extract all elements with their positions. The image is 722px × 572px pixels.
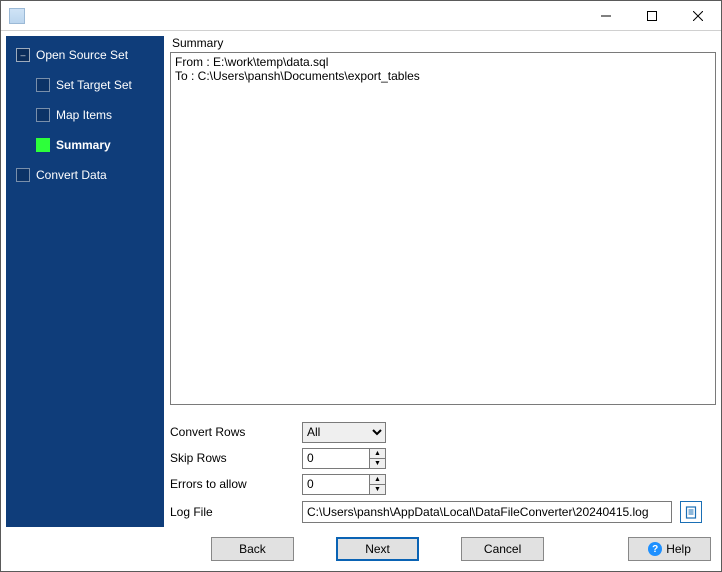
options-panel: Convert Rows All Skip Rows ▲ xyxy=(170,405,716,527)
titlebar xyxy=(1,1,721,31)
errors-stepper[interactable]: ▲ ▼ xyxy=(302,474,386,495)
body: – Open Source Set Set Target Set Map Ite… xyxy=(1,31,721,527)
tree-node-icon xyxy=(36,78,50,92)
skip-rows-label: Skip Rows xyxy=(170,451,302,465)
tree-node-icon xyxy=(16,168,30,182)
main-panel: Summary From : E:\work\temp\data.sql To … xyxy=(164,36,716,527)
logfile-browse-button[interactable] xyxy=(680,501,702,523)
spin-up-icon[interactable]: ▲ xyxy=(370,449,385,458)
step-label: Summary xyxy=(56,138,111,152)
app-icon xyxy=(9,8,25,24)
errors-label: Errors to allow xyxy=(170,477,302,491)
window-controls xyxy=(583,1,721,30)
logfile-label: Log File xyxy=(170,505,302,519)
spinner-buttons: ▲ ▼ xyxy=(369,449,385,468)
wizard-footer: Back Next Cancel ? Help xyxy=(1,527,721,571)
tree-collapse-icon: – xyxy=(16,48,30,62)
tree-node-icon xyxy=(36,108,50,122)
cancel-button[interactable]: Cancel xyxy=(461,537,544,561)
step-open-source-set[interactable]: – Open Source Set xyxy=(6,40,164,70)
close-button[interactable] xyxy=(675,1,721,30)
convert-rows-row: Convert Rows All xyxy=(170,419,716,445)
step-label: Open Source Set xyxy=(36,48,128,62)
step-map-items[interactable]: Map Items xyxy=(6,100,164,130)
skip-rows-row: Skip Rows ▲ ▼ xyxy=(170,445,716,471)
errors-input[interactable] xyxy=(303,475,369,494)
skip-rows-stepper[interactable]: ▲ ▼ xyxy=(302,448,386,469)
back-button[interactable]: Back xyxy=(211,537,294,561)
logfile-row: Log File xyxy=(170,497,716,527)
step-convert-data[interactable]: Convert Data xyxy=(6,160,164,190)
wizard-sidebar: – Open Source Set Set Target Set Map Ite… xyxy=(6,36,164,527)
help-button[interactable]: ? Help xyxy=(628,537,711,561)
step-label: Set Target Set xyxy=(56,78,132,92)
step-label: Convert Data xyxy=(36,168,107,182)
spinner-buttons: ▲ ▼ xyxy=(369,475,385,494)
summary-text[interactable]: From : E:\work\temp\data.sql To : C:\Use… xyxy=(170,52,716,405)
spin-up-icon[interactable]: ▲ xyxy=(370,475,385,484)
step-label: Map Items xyxy=(56,108,112,122)
skip-rows-input[interactable] xyxy=(303,449,369,468)
spin-down-icon[interactable]: ▼ xyxy=(370,458,385,468)
errors-row: Errors to allow ▲ ▼ xyxy=(170,471,716,497)
minimize-button[interactable] xyxy=(583,1,629,30)
convert-rows-label: Convert Rows xyxy=(170,425,302,439)
logfile-input[interactable] xyxy=(302,501,672,523)
maximize-button[interactable] xyxy=(629,1,675,30)
wizard-steps: – Open Source Set Set Target Set Map Ite… xyxy=(6,36,164,190)
summary-group-label: Summary xyxy=(172,36,716,50)
file-open-icon xyxy=(684,505,698,519)
app-window: – Open Source Set Set Target Set Map Ite… xyxy=(0,0,722,572)
help-icon: ? xyxy=(648,542,662,556)
step-set-target-set[interactable]: Set Target Set xyxy=(6,70,164,100)
spin-down-icon[interactable]: ▼ xyxy=(370,484,385,494)
next-button[interactable]: Next xyxy=(336,537,419,561)
tree-node-current-icon xyxy=(36,138,50,152)
convert-rows-select[interactable]: All xyxy=(302,422,386,443)
step-summary[interactable]: Summary xyxy=(6,130,164,160)
